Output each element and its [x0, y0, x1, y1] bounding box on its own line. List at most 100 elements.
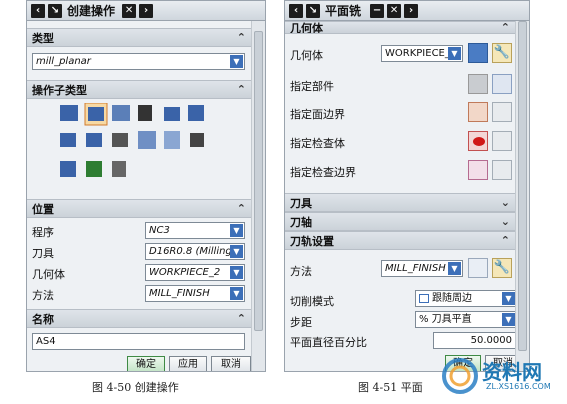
name-section-header[interactable]: 名称 ⌃: [27, 309, 251, 328]
watermark: 资料网 ZL.XS1616.COM: [440, 352, 565, 402]
expand-down-icon: ⌄: [500, 215, 510, 228]
close-icon[interactable]: ✕: [387, 3, 402, 18]
expand-icon[interactable]: ›: [404, 3, 419, 18]
program-label: 程序: [32, 226, 54, 239]
method-label: 方法: [290, 265, 312, 278]
radial-groove-icon: [190, 133, 204, 147]
scrollbar-thumb[interactable]: [254, 31, 263, 331]
check-boundary-icon[interactable]: [468, 160, 488, 180]
dialog-titlebar: ‹ ↘ 创建操作 ✕ ›: [27, 1, 265, 21]
path-settings-section-header[interactable]: 刀轨设置 ⌃: [285, 231, 515, 250]
specify-check-body-label: 指定检查体: [290, 137, 345, 150]
type-section-header[interactable]: 类型 ⌃: [27, 28, 251, 47]
scrollbar-thumb[interactable]: [518, 21, 527, 351]
stepover-select[interactable]: % 刀具平直 ▼: [415, 311, 517, 328]
expand-icon[interactable]: ›: [139, 3, 154, 18]
geometry-select[interactable]: WORKPIECE_2 ▼: [145, 264, 245, 281]
collapse-up-icon: ⌃: [500, 234, 510, 247]
dialog-title: 创建操作: [67, 4, 116, 18]
figure-caption-right: 图 4-51 平面: [358, 381, 423, 394]
chevron-down-icon: ▼: [230, 55, 243, 68]
cut-mode-label: 切削模式: [290, 295, 334, 308]
method-select[interactable]: MILL_FINISH ▼: [381, 260, 463, 277]
minimize-icon[interactable]: −: [370, 3, 385, 18]
watermark-url: ZL.XS1616.COM: [486, 382, 551, 391]
specify-part-label: 指定部件: [290, 80, 334, 93]
tool-section-header[interactable]: 刀具 ⌄: [285, 193, 515, 212]
tool-label: 刀具: [32, 247, 54, 260]
name-input[interactable]: AS4: [32, 333, 245, 350]
figure-caption-left: 图 4-50 创建操作: [92, 381, 179, 394]
specify-check-boundary-label: 指定检查边界: [290, 166, 356, 179]
pin-icon[interactable]: ↘: [48, 3, 62, 18]
flashlight-display-icon[interactable]: [492, 160, 512, 180]
face-boundary-icon[interactable]: [468, 102, 488, 122]
mill-user-icon: [138, 131, 156, 149]
planar-text-icon: [86, 133, 102, 147]
tool-select[interactable]: D16R0.8 (Milling T ▼: [145, 243, 245, 260]
type-select[interactable]: mill_planar ▼: [32, 53, 245, 70]
chevron-down-icon: ▼: [448, 47, 461, 60]
finish-walls-icon: [164, 107, 180, 121]
follow-periphery-icon: [419, 294, 429, 303]
planar-mill-dialog: ‹ ↘ 平面铣 − ✕ › 几何体 ⌃ 几何体 WORKPIECE_2 ▼ 🔧 指定…: [284, 0, 530, 372]
flat-diameter-percent-input[interactable]: 50.0000: [433, 332, 517, 349]
chevron-down-icon: ▼: [448, 262, 461, 275]
mill-control-2-icon: [86, 161, 102, 177]
part-icon[interactable]: [468, 74, 488, 94]
operation-subtype-icons[interactable]: [60, 103, 220, 199]
wrench-edit-icon[interactable]: 🔧: [492, 43, 512, 63]
method-select[interactable]: MILL_FINISH ▼: [145, 285, 245, 302]
flashlight-display-icon[interactable]: [492, 74, 512, 94]
cancel-button[interactable]: 取消: [211, 356, 251, 371]
mill-control-icon: [112, 133, 128, 147]
subtype-section-header[interactable]: 操作子类型 ⌃: [27, 80, 251, 99]
geometry-section-header[interactable]: 几何体 ⌃: [285, 21, 515, 34]
pin-icon[interactable]: ↘: [306, 3, 320, 18]
apply-button[interactable]: 应用: [169, 356, 207, 371]
geometry-select[interactable]: WORKPIECE_2 ▼: [381, 45, 463, 62]
planar-profile-icon: [112, 105, 130, 121]
position-fields: 程序 NC3 ▼ 刀具 D16R0.8 (Milling T ▼ 几何体 WORKP…: [27, 222, 251, 312]
ok-button[interactable]: 确定: [127, 356, 165, 371]
cut-mode-select[interactable]: 跟随周边 ▼: [415, 290, 517, 307]
watermark-brand: 资料网: [482, 360, 542, 384]
chevron-down-icon: ▼: [230, 287, 243, 300]
chevron-down-icon: ▼: [230, 224, 243, 237]
collapse-icon[interactable]: ‹: [289, 3, 303, 18]
geometry-label: 几何体: [32, 268, 65, 281]
expand-down-icon: ⌄: [500, 196, 510, 209]
cleanup-corners-icon: [138, 105, 152, 121]
collapse-icon[interactable]: ‹: [31, 3, 45, 18]
position-section-header[interactable]: 位置 ⌃: [27, 199, 251, 218]
program-select[interactable]: NC3 ▼: [145, 222, 245, 239]
wrench-edit-icon[interactable]: 🔧: [492, 258, 512, 278]
collapse-up-icon: ⌃: [236, 31, 246, 44]
collapse-up-icon: ⌃: [236, 83, 246, 96]
create-operation-dialog: ‹ ↘ 创建操作 ✕ › 类型⌃ mill_planar ▼ 操作子类型⌃: [26, 0, 266, 372]
specify-face-boundary-label: 指定面边界: [290, 108, 345, 121]
flashlight-display-icon[interactable]: [492, 131, 512, 151]
subtype-row-1: [60, 103, 204, 126]
face-milling-area-icon: [60, 105, 78, 121]
method-label: 方法: [32, 289, 54, 302]
text-engrave-icon: [60, 161, 76, 177]
chevron-down-icon: ▼: [502, 292, 515, 305]
flashlight-display-icon[interactable]: [492, 102, 512, 122]
watermark-logo-icon: [442, 358, 478, 394]
stepover-label: 步距: [290, 316, 312, 329]
new-geometry-icon[interactable]: [468, 43, 488, 63]
collapse-up-icon: ⌃: [236, 202, 246, 215]
check-body-icon[interactable]: [468, 131, 488, 151]
vertical-scrollbar[interactable]: [251, 21, 265, 371]
flat-diameter-percent-label: 平面直径百分比: [290, 336, 367, 349]
chevron-down-icon: ▼: [502, 313, 515, 326]
new-method-icon[interactable]: [468, 258, 488, 278]
vertical-scrollbar[interactable]: [515, 21, 529, 371]
chevron-down-icon: ▼: [230, 245, 243, 258]
tool-icon: [112, 161, 126, 177]
collapse-up-icon: ⌃: [500, 21, 510, 34]
tool-axis-section-header[interactable]: 刀轴 ⌄: [285, 212, 515, 231]
chamfer-icon: [164, 131, 180, 149]
close-icon[interactable]: ✕: [122, 3, 137, 18]
